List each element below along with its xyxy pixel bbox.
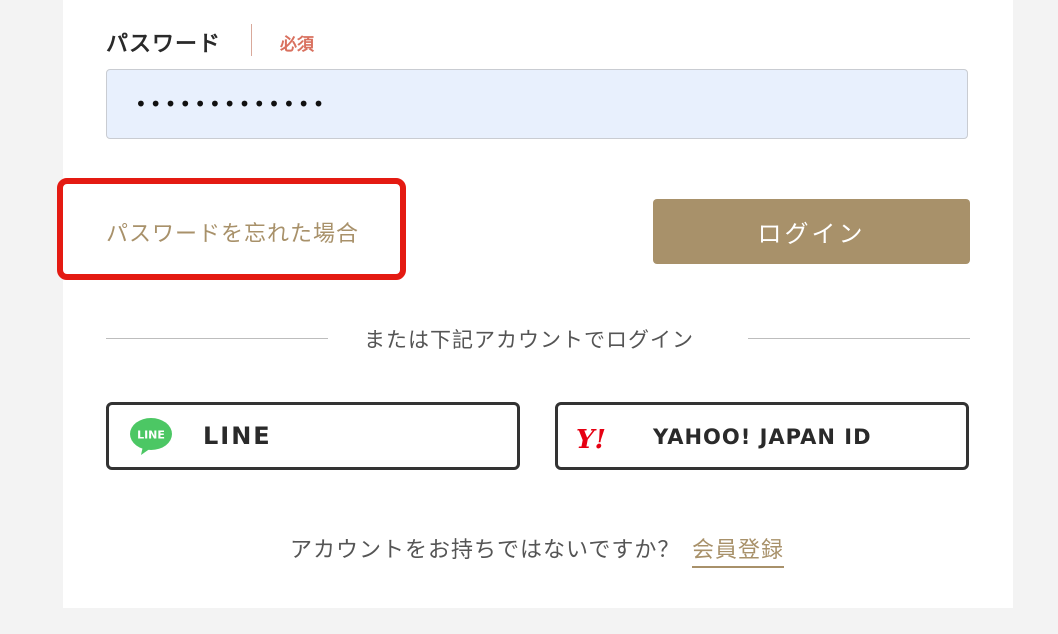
login-button[interactable]: ログイン xyxy=(653,199,970,264)
label-divider xyxy=(251,24,252,56)
signup-prompt: アカウントをお持ちではないですか？ xyxy=(290,538,681,563)
yahoo-login-label: YAHOO! JAPAN ID xyxy=(653,425,872,449)
line-login-button[interactable]: LINE LINE xyxy=(106,402,520,470)
password-label: パスワード xyxy=(106,32,222,57)
required-badge: 必須 xyxy=(280,35,314,55)
password-value: ••••••••••••• xyxy=(135,92,328,116)
yahoo-japan-logo-icon: Y! xyxy=(576,425,606,453)
social-login-divider-text: または下記アカウントでログイン xyxy=(364,328,694,352)
signup-link[interactable]: 会員登録 xyxy=(692,532,785,568)
password-input[interactable]: ••••••••••••• xyxy=(106,69,968,139)
line-icon-text: LINE xyxy=(137,429,165,442)
divider-line-right xyxy=(748,338,970,339)
login-button-label: ログイン xyxy=(757,220,866,248)
divider-line-left xyxy=(106,338,328,339)
yahoo-icon-text: Y! xyxy=(576,425,606,453)
yahoo-login-button[interactable]: Y! YAHOO! JAPAN ID xyxy=(555,402,969,470)
forgot-password-link[interactable]: パスワードを忘れた場合 xyxy=(106,216,359,248)
line-login-label: LINE xyxy=(203,422,272,450)
line-logo-icon: LINE xyxy=(130,418,172,455)
